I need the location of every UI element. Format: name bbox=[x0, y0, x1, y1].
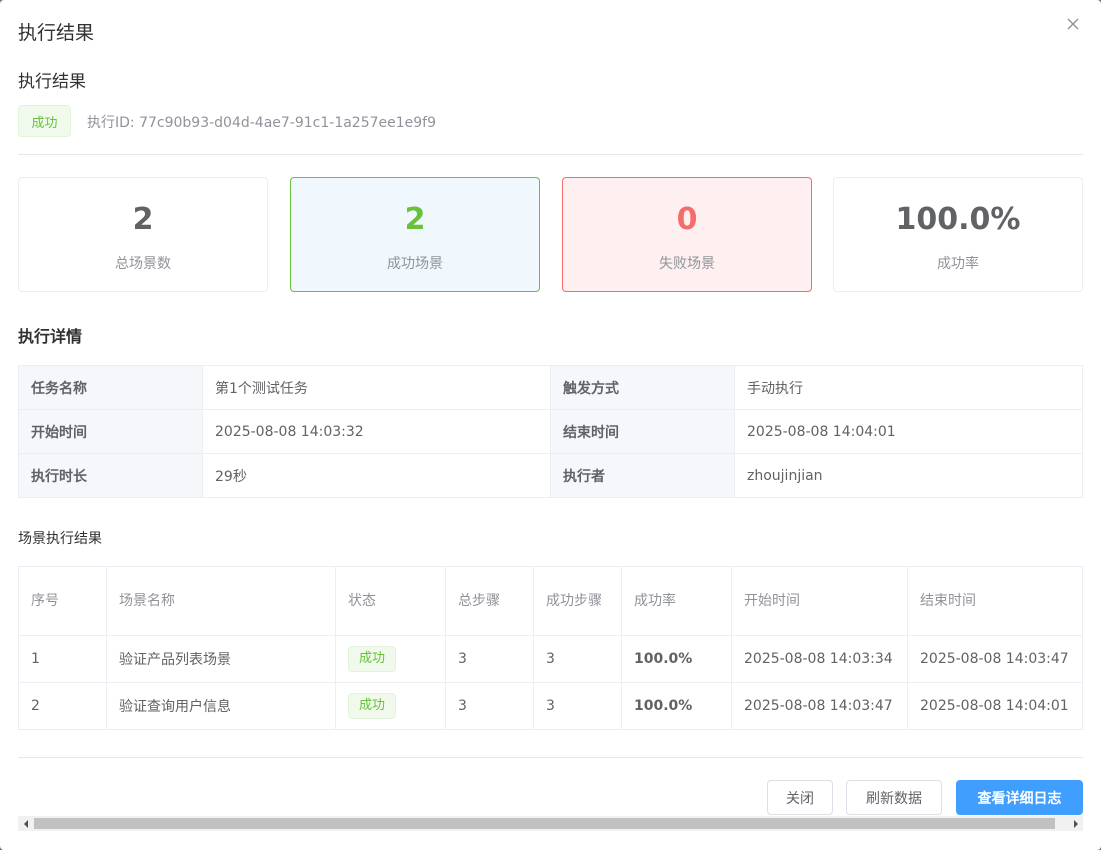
table-row: 任务名称 第1个测试任务 触发方式 手动执行 bbox=[18, 365, 1083, 410]
cell-success-steps: 3 bbox=[533, 635, 622, 683]
stat-value: 0 bbox=[676, 202, 698, 237]
cell-status: 成功 bbox=[335, 635, 446, 683]
view-log-button[interactable]: 查看详细日志 bbox=[956, 780, 1083, 815]
cell-start-time: 2025-08-08 14:03:34 bbox=[731, 635, 908, 683]
cell-end-time: 2025-08-08 14:04:01 bbox=[907, 682, 1083, 730]
table-row: 2 验证查询用户信息 成功 3 3 100.0% 2025-08-08 14:0… bbox=[18, 682, 1083, 730]
cell-end-time: 2025-08-08 14:03:47 bbox=[907, 635, 1083, 683]
stat-value: 2 bbox=[404, 202, 426, 237]
column-header[interactable]: 场景名称 bbox=[106, 566, 336, 636]
divider bbox=[18, 757, 1083, 758]
detail-key: 结束时间 bbox=[550, 409, 735, 454]
detail-key: 开始时间 bbox=[18, 409, 203, 454]
detail-value: 手动执行 bbox=[734, 365, 1083, 410]
cell-total-steps: 3 bbox=[445, 635, 534, 683]
stat-card-total: 2 总场景数 bbox=[18, 177, 268, 292]
column-header[interactable]: 开始时间 bbox=[731, 566, 908, 636]
detail-key: 任务名称 bbox=[18, 365, 203, 410]
detail-value: 第1个测试任务 bbox=[202, 365, 551, 410]
cell-index: 2 bbox=[18, 682, 107, 730]
stat-label: 总场景数 bbox=[115, 256, 171, 272]
cell-success-rate: 100.0% bbox=[621, 635, 732, 683]
detail-value: 2025-08-08 14:04:01 bbox=[734, 409, 1083, 454]
stat-label: 成功场景 bbox=[387, 256, 443, 272]
stat-value: 100.0% bbox=[895, 202, 1021, 237]
detail-key: 执行时长 bbox=[18, 453, 203, 498]
cell-total-steps: 3 bbox=[445, 682, 534, 730]
cell-success-rate: 100.0% bbox=[621, 682, 732, 730]
details-title: 执行详情 bbox=[18, 327, 83, 346]
detail-value: zhoujinjian bbox=[734, 453, 1083, 498]
table-row: 开始时间 2025-08-08 14:03:32 结束时间 2025-08-08… bbox=[18, 409, 1083, 454]
scrollbar-thumb[interactable] bbox=[34, 818, 1055, 829]
scenes-table: 序号 场景名称 状态 总步骤 成功步骤 成功率 开始时间 结束时间 1 验证产品… bbox=[18, 566, 1083, 730]
status-badge: 成功 bbox=[348, 646, 397, 672]
divider bbox=[18, 154, 1083, 155]
stat-label: 成功率 bbox=[937, 256, 979, 272]
cell-scene-name: 验证产品列表场景 bbox=[106, 635, 336, 683]
horizontal-scrollbar[interactable] bbox=[18, 816, 1083, 831]
close-icon[interactable] bbox=[1063, 14, 1083, 34]
column-header[interactable]: 成功率 bbox=[621, 566, 732, 636]
status-badge: 成功 bbox=[348, 693, 397, 719]
detail-key: 执行者 bbox=[550, 453, 735, 498]
status-badge: 成功 bbox=[18, 105, 71, 137]
refresh-button[interactable]: 刷新数据 bbox=[846, 780, 942, 815]
table-row: 执行时长 29秒 执行者 zhoujinjian bbox=[18, 453, 1083, 498]
detail-value: 29秒 bbox=[202, 453, 551, 498]
column-header[interactable]: 序号 bbox=[18, 566, 107, 636]
table-header-row: 序号 场景名称 状态 总步骤 成功步骤 成功率 开始时间 结束时间 bbox=[18, 566, 1083, 636]
close-button[interactable]: 关闭 bbox=[767, 780, 833, 815]
stat-card-success: 2 成功场景 bbox=[290, 177, 540, 292]
column-header[interactable]: 成功步骤 bbox=[533, 566, 622, 636]
cell-start-time: 2025-08-08 14:03:47 bbox=[731, 682, 908, 730]
execution-result-dialog: 执行结果 执行结果 成功 执行ID: 77c90b93-d04d-4ae7-91… bbox=[0, 0, 1101, 850]
cell-success-steps: 3 bbox=[533, 682, 622, 730]
cell-index: 1 bbox=[18, 635, 107, 683]
execution-id: 执行ID: 77c90b93-d04d-4ae7-91c1-1a257ee1e9… bbox=[87, 115, 437, 131]
stat-value: 2 bbox=[132, 202, 154, 237]
details-table: 任务名称 第1个测试任务 触发方式 手动执行 开始时间 2025-08-08 1… bbox=[18, 365, 1083, 498]
cell-status: 成功 bbox=[335, 682, 446, 730]
column-header[interactable]: 结束时间 bbox=[907, 566, 1083, 636]
scroll-right-icon[interactable] bbox=[1068, 816, 1083, 831]
dialog-title: 执行结果 bbox=[18, 22, 95, 44]
column-header[interactable]: 状态 bbox=[335, 566, 446, 636]
scenes-title: 场景执行结果 bbox=[18, 531, 102, 547]
stat-label: 失败场景 bbox=[659, 256, 715, 272]
detail-value: 2025-08-08 14:03:32 bbox=[202, 409, 551, 454]
cell-scene-name: 验证查询用户信息 bbox=[106, 682, 336, 730]
detail-key: 触发方式 bbox=[550, 365, 735, 410]
section-title: 执行结果 bbox=[18, 72, 86, 92]
stat-card-rate: 100.0% 成功率 bbox=[833, 177, 1083, 292]
column-header[interactable]: 总步骤 bbox=[445, 566, 534, 636]
table-row: 1 验证产品列表场景 成功 3 3 100.0% 2025-08-08 14:0… bbox=[18, 635, 1083, 683]
stat-card-failed: 0 失败场景 bbox=[562, 177, 812, 292]
scroll-left-icon[interactable] bbox=[18, 816, 33, 831]
